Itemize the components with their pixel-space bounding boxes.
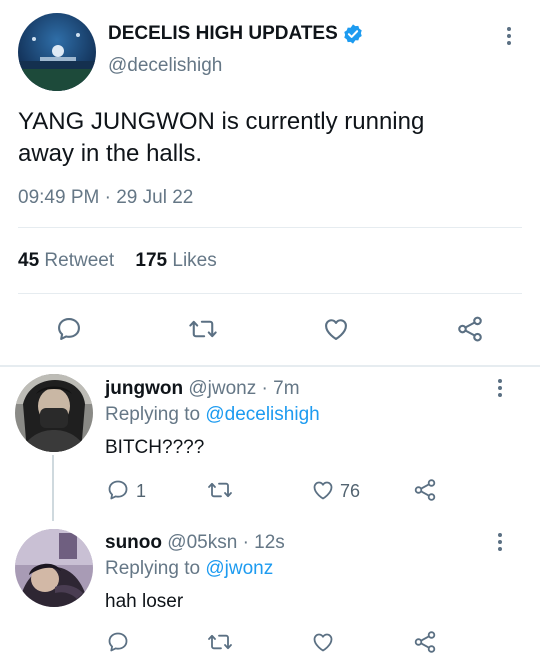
replying-to-label: Replying to	[105, 404, 201, 425]
replying-to: Replying to @jwonz	[105, 558, 273, 580]
like-icon[interactable]	[322, 315, 350, 343]
replying-to-handle[interactable]: @decelishigh	[205, 404, 319, 425]
reply-thread-line	[52, 455, 54, 521]
replying-to-handle[interactable]: @jwonz	[205, 558, 273, 579]
reply-avatar[interactable]	[15, 529, 93, 607]
retweet-count[interactable]: 45 Retweet	[18, 250, 119, 271]
tweet-text: YANG JUNGWON is currently running away i…	[18, 106, 424, 170]
divider	[18, 293, 522, 294]
reply-time: 7m	[273, 378, 300, 399]
reply-icon[interactable]	[106, 478, 130, 502]
reply-handle[interactable]: @jwonz	[188, 378, 256, 399]
author-avatar[interactable]	[18, 13, 96, 91]
tweet-date: 29 Jul 22	[116, 187, 194, 208]
tweet-text-line: away in the halls.	[18, 140, 203, 167]
reply-avatar[interactable]	[15, 374, 93, 452]
reply-text: hah loser	[105, 591, 184, 612]
share-icon[interactable]	[455, 314, 485, 344]
reply-display-name[interactable]: sunoo	[105, 532, 162, 553]
dot-separator: ·	[242, 532, 249, 553]
more-vertical-icon[interactable]	[497, 379, 503, 400]
like-count: 76	[340, 481, 361, 501]
retweet-icon[interactable]	[207, 630, 233, 654]
more-vertical-icon[interactable]	[506, 27, 512, 48]
retweet-icon[interactable]	[188, 315, 218, 343]
more-vertical-icon[interactable]	[497, 533, 503, 554]
reply-header: jungwon @jwonz · 7m	[105, 378, 300, 400]
verified-badge-icon	[342, 23, 364, 45]
reply-count: 1	[136, 481, 147, 501]
like-icon[interactable]	[311, 478, 335, 502]
tweet-time: 09:49 PM	[18, 187, 100, 208]
like-icon[interactable]	[311, 630, 335, 654]
reply-text: BITCH????	[105, 437, 205, 458]
retweet-count-label: Retweet	[44, 250, 115, 271]
tweet-timestamp[interactable]: 09:49 PM · 29 Jul 22	[18, 187, 193, 209]
replying-to-label: Replying to	[105, 558, 201, 579]
replying-to: Replying to @decelishigh	[105, 404, 320, 426]
author-handle[interactable]: @decelishigh	[108, 55, 222, 77]
likes-count[interactable]: 175 Likes	[135, 250, 216, 271]
dot-separator: ·	[261, 378, 268, 399]
reply-icon[interactable]	[55, 315, 83, 343]
dot-separator: ·	[104, 187, 111, 208]
section-divider	[0, 365, 540, 367]
share-icon[interactable]	[412, 629, 438, 655]
reply-display-name[interactable]: jungwon	[105, 378, 183, 399]
reply-icon[interactable]	[106, 630, 130, 654]
retweet-count-value: 45	[18, 250, 40, 271]
share-icon[interactable]	[412, 477, 438, 503]
retweet-icon[interactable]	[207, 478, 233, 502]
likes-count-label: Likes	[172, 250, 217, 271]
reply-header: sunoo @05ksn · 12s	[105, 532, 285, 554]
tweet-stats: 45 Retweet 175 Likes	[18, 250, 217, 272]
tweet-text-line: YANG JUNGWON is currently running	[18, 108, 425, 135]
author-display-name[interactable]: DECELIS HIGH UPDATES	[108, 23, 338, 45]
reply-time: 12s	[254, 532, 285, 553]
reply-handle[interactable]: @05ksn	[167, 532, 237, 553]
divider	[18, 227, 522, 228]
likes-count-value: 175	[135, 250, 168, 271]
